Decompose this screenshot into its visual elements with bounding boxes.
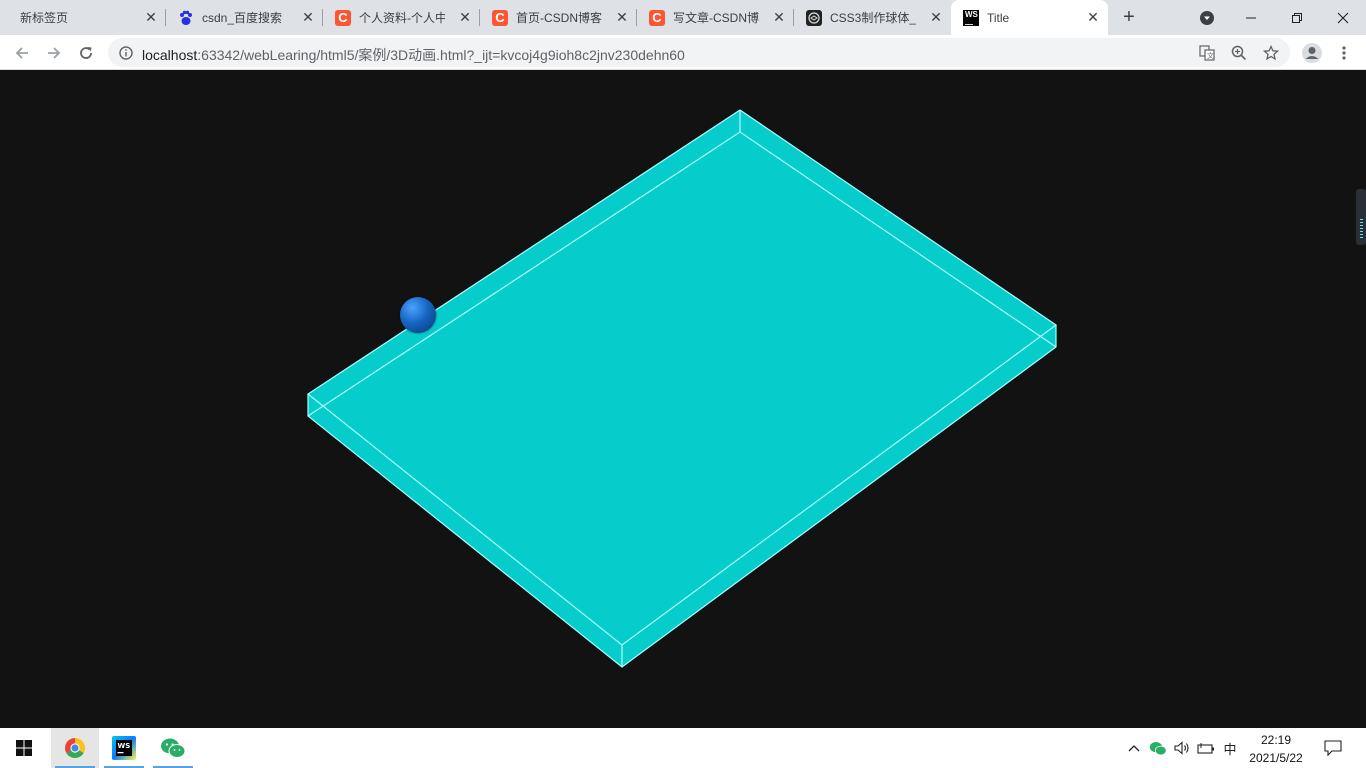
info-icon[interactable] [117, 44, 135, 62]
csdn-c-icon: C [649, 9, 665, 26]
tab-csdn-home[interactable]: C 首页-CSDN博客 ✕ [480, 0, 637, 35]
csdn-c-icon: C [335, 9, 351, 26]
windows-taskbar: WS 中 22:19 2021/5/22 [0, 728, 1366, 768]
close-window-icon[interactable] [1320, 0, 1366, 35]
csdn-c-icon: C [492, 9, 508, 26]
tab-close-icon[interactable]: ✕ [458, 10, 472, 24]
tab-css3-sphere[interactable]: CSS3制作球体_A ✕ [794, 0, 951, 35]
clock-date: 2021/5/22 [1249, 751, 1303, 765]
volume-icon[interactable] [1171, 728, 1193, 768]
tab-title: 写文章-CSDN博客 [673, 11, 759, 25]
scrollbar-thumb[interactable] [1356, 189, 1366, 245]
tab-title: 个人资料-个人中心 [359, 11, 445, 25]
tab-csdn-profile[interactable]: C 个人资料-个人中心 ✕ [323, 0, 480, 35]
tab-close-icon[interactable]: ✕ [772, 10, 786, 24]
restore-icon[interactable] [1274, 0, 1320, 35]
url-path: :63342/webLearing/html5/案例/3D动画.html?_ij… [197, 47, 685, 63]
tab-title: 首页-CSDN博客 [516, 11, 602, 25]
forward-arrow-icon[interactable] [40, 39, 68, 67]
clock-time: 22:19 [1260, 733, 1292, 747]
minimize-icon[interactable] [1228, 0, 1274, 35]
url-host: localhost [142, 47, 198, 63]
address-bar[interactable]: localhost:63342/webLearing/html5/案例/3D动画… [108, 38, 1290, 67]
menu-kebab-icon[interactable] [1330, 39, 1358, 67]
codepen-icon [806, 9, 822, 26]
wechat-tray-icon[interactable] [1147, 728, 1169, 768]
reload-icon[interactable] [72, 39, 100, 67]
windows-start-icon[interactable] [0, 728, 48, 768]
notification-icon[interactable] [1320, 728, 1346, 768]
tab-title: Title [987, 10, 1010, 25]
browser-toolbar: localhost:63342/webLearing/html5/案例/3D动画… [0, 35, 1366, 70]
tab-title: CSS3制作球体_A [830, 11, 916, 25]
zoom-icon[interactable] [1230, 44, 1248, 62]
system-clock[interactable]: 22:19 2021/5/22 [1240, 731, 1312, 767]
webstorm-icon: WS — [963, 9, 979, 29]
new-tab-plus-icon[interactable]: + [1118, 6, 1140, 28]
tab-new-tab[interactable]: 新标签页 ✕ [8, 0, 166, 35]
tab-close-icon[interactable]: ✕ [144, 10, 158, 24]
page-viewport [0, 71, 1366, 728]
tab-title: 新标签页 [20, 11, 69, 25]
webstorm-taskbar-icon[interactable]: WS [100, 728, 148, 768]
3d-slab [306, 109, 1058, 668]
ime-indicator[interactable]: 中 [1219, 728, 1241, 768]
tab-baidu-search[interactable]: csdn_百度搜索 ✕ [166, 0, 323, 35]
bookmark-star-icon[interactable] [1262, 44, 1280, 62]
slab-top-face [308, 110, 1056, 645]
svg-text:文: 文 [1207, 51, 1214, 60]
battery-icon[interactable] [1195, 728, 1217, 768]
url-text[interactable]: localhost:63342/webLearing/html5/案例/3D动画… [142, 45, 685, 65]
tab-title: csdn_百度搜索 [202, 11, 283, 25]
translate-icon[interactable]: 文 [1198, 44, 1216, 62]
tab-title-active[interactable]: WS — Title ✕ [951, 0, 1108, 35]
baidu-paw-icon [178, 10, 194, 26]
tab-close-icon[interactable]: ✕ [615, 10, 629, 24]
back-arrow-icon[interactable] [8, 39, 36, 67]
svg-text:WS: WS [118, 742, 131, 750]
tab-strip: 新标签页 ✕ csdn_百度搜索 ✕ C 个人资料-个人中心 ✕ C 首页-CS… [0, 0, 1366, 35]
tab-close-icon[interactable]: ✕ [1086, 10, 1100, 24]
tab-close-icon[interactable]: ✕ [929, 10, 943, 24]
chevron-up-icon[interactable] [1124, 728, 1144, 768]
wechat-icon[interactable] [149, 728, 197, 768]
chrome-icon[interactable] [51, 728, 99, 768]
tab-csdn-write[interactable]: C 写文章-CSDN博客 ✕ [637, 0, 794, 35]
tab-close-icon[interactable]: ✕ [301, 10, 315, 24]
profile-avatar-icon[interactable] [1298, 39, 1326, 67]
tab-search-icon[interactable] [1184, 0, 1230, 35]
blue-sphere [400, 297, 436, 333]
